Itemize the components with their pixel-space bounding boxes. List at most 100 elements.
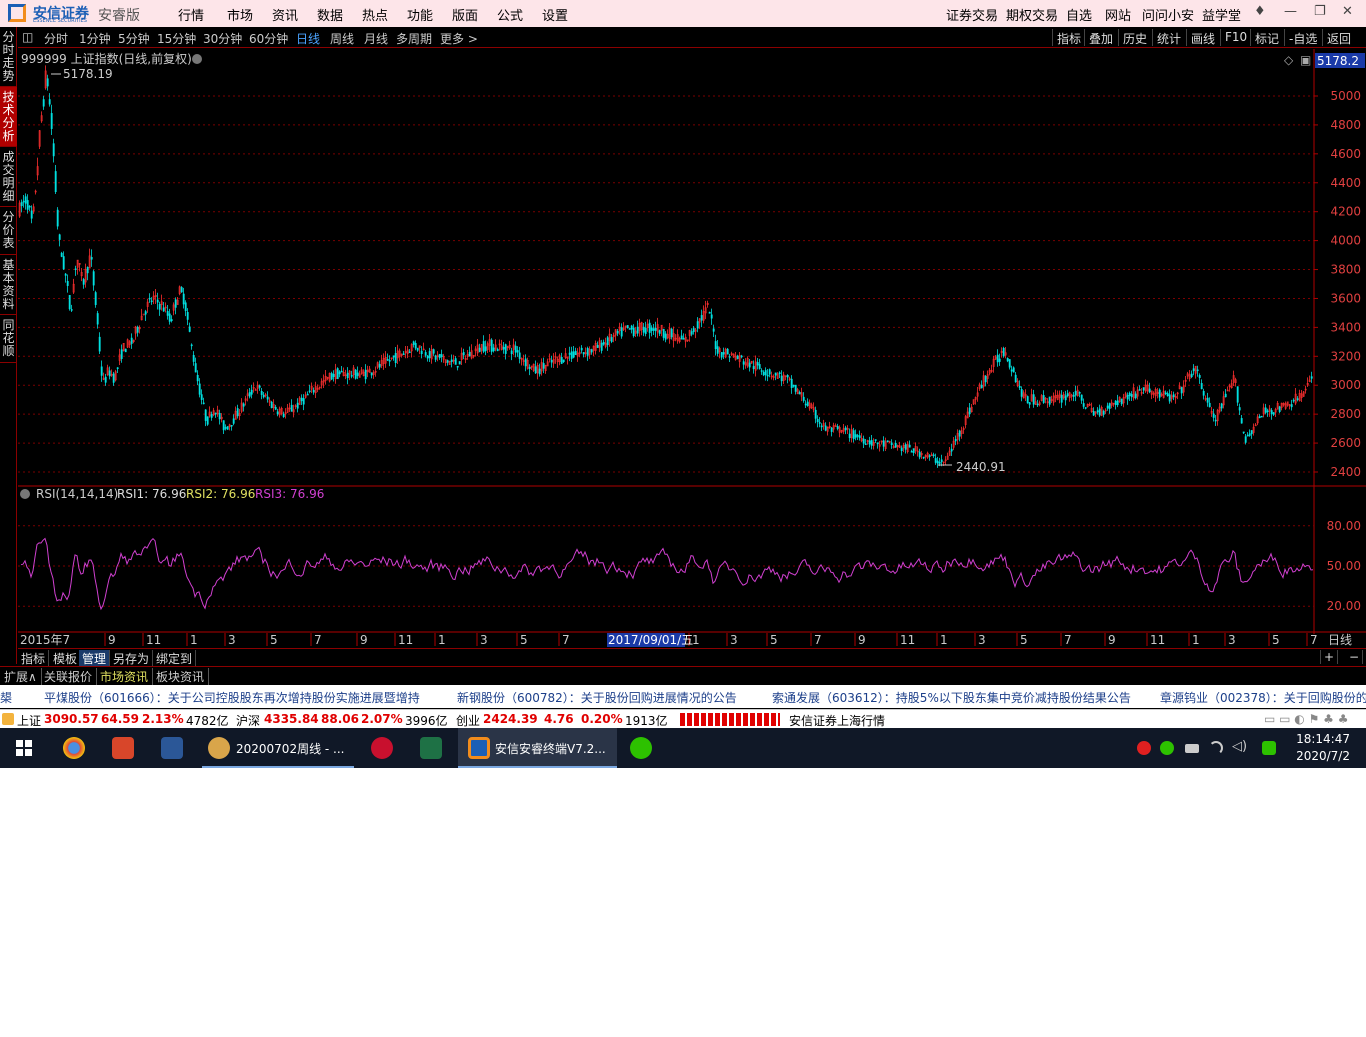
period-5min[interactable]: 5分钟 [118,30,150,47]
taskbar-foxit[interactable] [99,728,147,768]
index-cy-name[interactable]: 创业 [456,712,480,729]
chart-area[interactable]: 5000 4800 4600 4400 4200 4000 3800 3600 3400 3200… [18,49,1366,647]
period-multi[interactable]: 多周期 [396,30,432,47]
tray-weibo-icon[interactable] [1137,741,1151,755]
kline-chart-svg[interactable]: 5000 4800 4600 4400 4200 4000 3800 3600 3400 3200… [18,49,1366,648]
skin-shirt-icon[interactable]: ♦ [1254,4,1266,19]
period-60min[interactable]: 60分钟 [249,30,288,47]
period-weekly[interactable]: 周线 [330,30,354,47]
period-monthly[interactable]: 月线 [364,30,388,47]
period-15min[interactable]: 15分钟 [157,30,196,47]
candle [946,452,949,460]
period-1min[interactable]: 1分钟 [79,30,111,47]
tray-wifi-icon[interactable] [1209,741,1223,755]
period-intraday[interactable]: 分时 [44,30,68,47]
period-30min[interactable]: 30分钟 [203,30,242,47]
menu-gongshi[interactable]: 公式 [497,5,523,24]
tab-manage[interactable]: 管理 [79,650,111,667]
tab-trade-detail[interactable]: 成交明细 [0,147,17,207]
candle-body [586,348,589,356]
menu-banmian[interactable]: 版面 [452,5,478,24]
btn-remove-watchlist[interactable]: -自选 [1284,29,1321,46]
tab-technical[interactable]: 技术分析 [0,87,17,147]
taskbar-word[interactable] [148,728,196,768]
price-tick-label: 4400 [1330,176,1361,190]
period-more[interactable]: 更多 > [440,30,478,47]
price-tick-label: 4000 [1330,234,1361,248]
news-item-4[interactable]: 章源钨业（002378）：关于回购股份的 [1160,689,1366,706]
status-tray-icons[interactable]: ▭ ▭ ◐ ⚑ ♣ ♣ [1264,712,1349,726]
tab-bind-to[interactable]: 绑定到 [153,650,197,667]
taskbar-chrome[interactable] [50,728,98,768]
tab-expand[interactable]: 扩展∧ [0,668,42,685]
taskbar-wechat[interactable] [618,728,666,768]
restore-icon[interactable]: ❐ [1314,4,1326,19]
menu-shezhi[interactable]: 设置 [542,5,568,24]
candle [818,417,821,428]
tray-volume-icon[interactable]: ◁) [1232,739,1247,754]
menu-ask-xiaoan[interactable]: 问问小安 [1142,5,1194,24]
tab-tonghuashun[interactable]: 同花顺 [0,315,17,363]
btn-back[interactable]: 返回 [1322,29,1355,46]
tab-price-table[interactable]: 分价表 [0,207,17,255]
tab-template[interactable]: 模板 [50,650,82,667]
candle-body [752,366,755,369]
minimize-icon[interactable]: — [1284,4,1297,19]
taskbar-paint-window[interactable]: 20200702周线 - ... [202,728,354,768]
news-item-3[interactable]: 索通发展（603612）：持股5%以下股东集中竞价减持股份结果公告 [772,689,1131,706]
candle-body [414,343,417,349]
start-button[interactable] [0,728,48,768]
btn-draw-line[interactable]: 画线 [1186,29,1219,46]
tray-battery-icon[interactable] [1185,744,1199,753]
menu-shichang[interactable]: 市场 [227,5,253,24]
tab-sector-news[interactable]: 板块资讯 [152,668,210,685]
zoom-out-button[interactable]: − [1346,650,1364,664]
period-daily[interactable]: 日线 [296,30,320,47]
candle [450,354,453,368]
layout-toggle-icon[interactable]: ◫ [22,30,33,44]
menu-option-trade[interactable]: 期权交易 [1006,5,1058,24]
menu-yixuetang[interactable]: 益学堂 [1202,5,1241,24]
btn-mark[interactable]: 标记 [1250,29,1283,46]
candle [1192,364,1195,376]
menu-watchlist[interactable]: 自选 [1066,5,1092,24]
zoom-in-button[interactable]: + [1320,650,1339,664]
tab-save-as[interactable]: 另存为 [110,650,154,667]
index-sh-name[interactable]: 上证 [17,712,41,729]
menu-hangqing[interactable]: 行情 [178,5,204,24]
news-item-2[interactable]: 新钢股份（600782）：关于股份回购进展情况的公告 [457,689,737,706]
candle-body [1272,412,1275,415]
menu-redian[interactable]: 热点 [362,5,388,24]
candle [1266,408,1269,417]
btn-history[interactable]: 历史 [1118,29,1151,46]
index-panel-icon[interactable] [2,713,14,725]
tab-indicator[interactable]: 指标 [18,650,50,667]
menu-website[interactable]: 网站 [1105,5,1131,24]
tray-wechat-icon[interactable] [1160,741,1174,755]
taskbar-anxin-window[interactable]: 安信安睿终端V7.2... [458,728,617,768]
candle-body [856,435,859,437]
candle-body [266,396,269,400]
index-hs-name[interactable]: 沪深 [236,712,260,729]
taskbar-citic[interactable] [358,728,406,768]
candle [186,308,189,326]
tab-market-news[interactable]: 市场资讯 [96,668,154,685]
tab-intraday[interactable]: 分时走势 [0,27,17,87]
btn-statistics[interactable]: 统计 [1152,29,1185,46]
menu-zixun[interactable]: 资讯 [272,5,298,24]
candle [662,328,665,341]
btn-indicator[interactable]: 指标 [1052,29,1085,46]
tray-app-icon[interactable] [1262,741,1276,755]
btn-overlay[interactable]: 叠加 [1084,29,1117,46]
menu-shuju[interactable]: 数据 [317,5,343,24]
btn-f10[interactable]: F10 [1220,29,1251,46]
candle [902,442,905,453]
system-clock[interactable]: 18:14:47 2020/7/2 [1296,731,1350,765]
news-item-1[interactable]: 平煤股份（601666）：关于公司控股股东再次增持股份实施进展暨增持 [44,689,420,706]
menu-gongneng[interactable]: 功能 [407,5,433,24]
taskbar-excel[interactable] [407,728,455,768]
menu-stock-trade[interactable]: 证券交易 [946,5,998,24]
tab-basic-info[interactable]: 基本资料 [0,255,17,315]
tab-related-quotes[interactable]: 关联报价 [40,668,98,685]
close-icon[interactable]: ✕ [1342,4,1353,19]
